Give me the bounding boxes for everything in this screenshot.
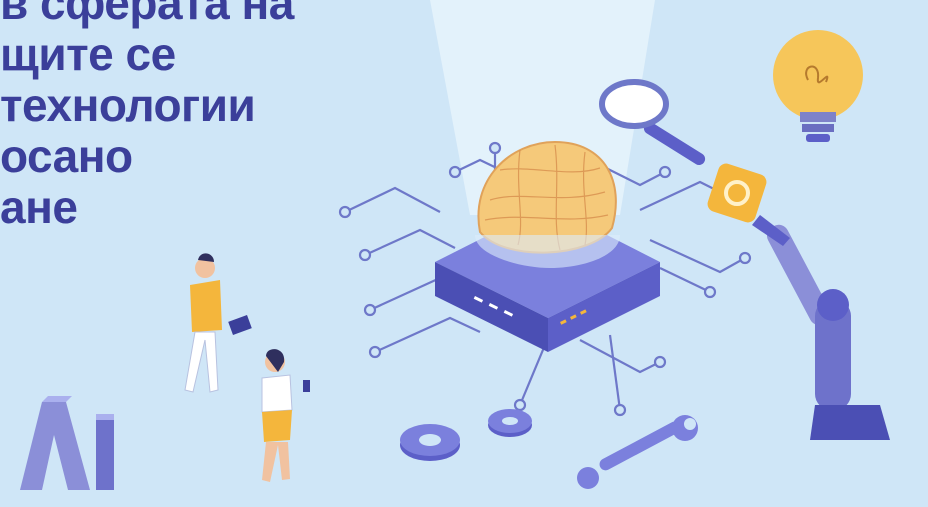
robot-arm-icon — [752, 215, 890, 440]
person-phone-icon — [261, 349, 310, 482]
wrench-icon — [577, 415, 698, 489]
person-walking-icon — [184, 253, 252, 393]
gear-icon — [707, 163, 767, 223]
ai-letters-icon — [20, 396, 114, 490]
lightbulb-icon — [773, 30, 863, 142]
gears-icon — [400, 409, 532, 461]
hero-banner: в сферата на щите се технологии осано ан… — [0, 0, 928, 507]
tech-illustration — [20, 0, 890, 490]
